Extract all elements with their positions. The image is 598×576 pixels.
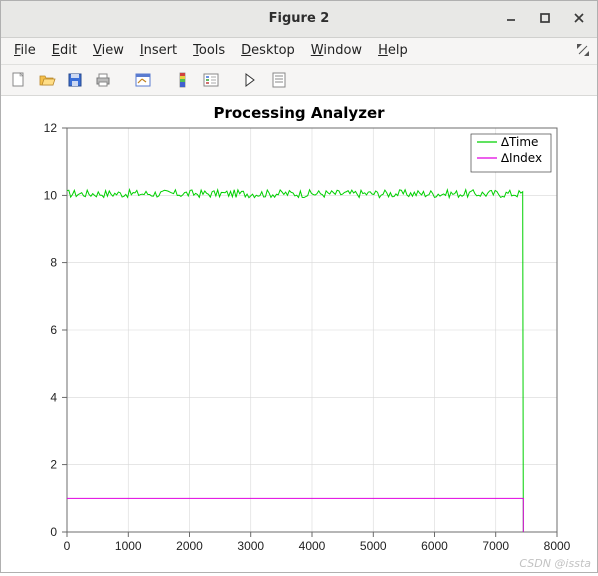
menu-help[interactable]: Help bbox=[371, 40, 415, 61]
menu-tools[interactable]: Tools bbox=[186, 40, 232, 61]
window-title: Figure 2 bbox=[269, 11, 330, 26]
xtick-label: 4000 bbox=[299, 539, 326, 553]
save-button[interactable] bbox=[63, 68, 87, 92]
figure-window: Figure 2 File Edit View Insert Tools Des… bbox=[0, 0, 598, 573]
insert-legend-button[interactable] bbox=[199, 68, 223, 92]
open-button[interactable] bbox=[35, 68, 59, 92]
print-button[interactable] bbox=[91, 68, 115, 92]
menu-file[interactable]: File bbox=[7, 40, 43, 61]
dock-dropdown-icon[interactable] bbox=[575, 42, 591, 62]
xtick-label: 0 bbox=[64, 539, 71, 553]
edit-plot-button[interactable] bbox=[239, 68, 263, 92]
insert-colorbar-button[interactable] bbox=[171, 68, 195, 92]
close-button[interactable] bbox=[567, 6, 591, 30]
ytick-label: 0 bbox=[50, 525, 57, 539]
ytick-label: 2 bbox=[50, 458, 57, 472]
xtick-label: 5000 bbox=[360, 539, 387, 553]
xtick-label: 2000 bbox=[176, 539, 203, 553]
xtick-label: 6000 bbox=[421, 539, 448, 553]
xtick-label: 7000 bbox=[482, 539, 509, 553]
window-controls bbox=[499, 6, 591, 30]
menu-view[interactable]: View bbox=[86, 40, 131, 61]
property-inspector-button[interactable] bbox=[267, 68, 291, 92]
legend-label: ∆Time bbox=[500, 135, 538, 149]
ytick-label: 6 bbox=[50, 323, 57, 337]
xtick-label: 1000 bbox=[115, 539, 142, 553]
menu-insert[interactable]: Insert bbox=[133, 40, 184, 61]
toolbar bbox=[1, 65, 597, 96]
menubar: File Edit View Insert Tools Desktop Wind… bbox=[1, 38, 597, 65]
legend-label: ∆Index bbox=[500, 151, 542, 165]
menu-desktop[interactable]: Desktop bbox=[234, 40, 302, 61]
titlebar: Figure 2 bbox=[1, 1, 597, 38]
figure-canvas[interactable]: Processing Analyzer 0 1000 2000 3000 4000 500… bbox=[1, 96, 597, 572]
chart-title: Processing Analyzer bbox=[1, 104, 597, 122]
new-figure-button[interactable] bbox=[7, 68, 31, 92]
axes[interactable]: 0 1000 2000 3000 4000 5000 6000 7000 8000 0 2 4 6 8 10… bbox=[1, 96, 597, 572]
maximize-button[interactable] bbox=[533, 6, 557, 30]
menu-edit[interactable]: Edit bbox=[45, 40, 84, 61]
minimize-button[interactable] bbox=[499, 6, 523, 30]
xtick-label: 3000 bbox=[237, 539, 264, 553]
ytick-label: 4 bbox=[50, 390, 57, 404]
ytick-label: 12 bbox=[44, 121, 58, 135]
link-plot-button[interactable] bbox=[131, 68, 155, 92]
ytick-label: 10 bbox=[44, 188, 58, 202]
xtick-label: 8000 bbox=[544, 539, 571, 553]
ytick-label: 8 bbox=[50, 256, 57, 270]
menu-window[interactable]: Window bbox=[304, 40, 369, 61]
